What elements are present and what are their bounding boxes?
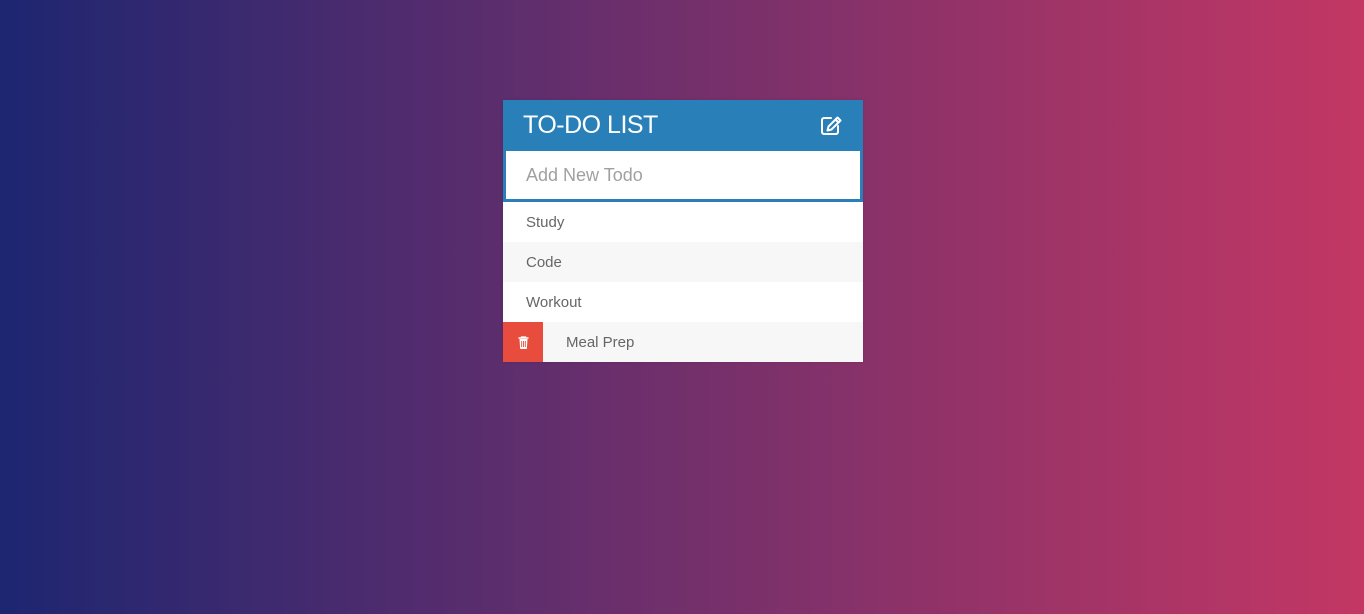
todo-header: TO-DO LIST xyxy=(503,100,863,151)
trash-icon[interactable] xyxy=(503,322,543,362)
todo-text: Meal Prep xyxy=(566,333,635,351)
todo-list: Study Code Workout Meal Prep xyxy=(503,202,863,362)
todo-item[interactable]: Meal Prep xyxy=(503,322,863,362)
todo-item[interactable]: Code xyxy=(503,242,863,282)
todo-text: Study xyxy=(526,213,565,231)
todo-text: Workout xyxy=(526,293,582,311)
new-todo-input[interactable] xyxy=(506,151,860,199)
todo-item[interactable]: Study xyxy=(503,202,863,242)
todo-container: TO-DO LIST Study Code Workout Meal Prep xyxy=(503,100,863,362)
new-todo-wrapper xyxy=(503,151,863,202)
page-title: TO-DO LIST xyxy=(523,111,658,139)
todo-text: Code xyxy=(526,253,562,271)
edit-icon[interactable] xyxy=(819,114,843,138)
todo-item[interactable]: Workout xyxy=(503,282,863,322)
